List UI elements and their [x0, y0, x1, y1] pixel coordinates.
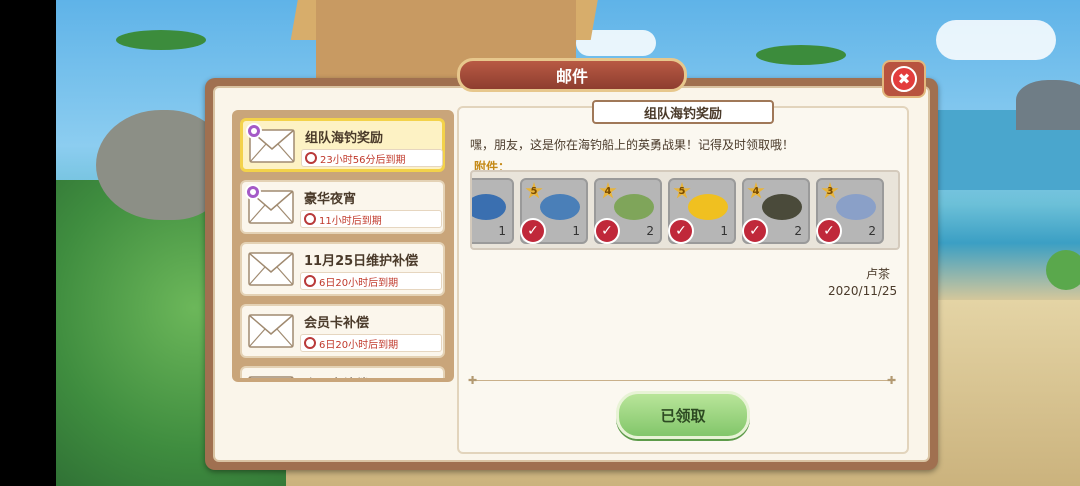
attachment-quantity: 2 [794, 224, 802, 238]
attachment-item-eel[interactable]: 4 ✓ 2 [742, 178, 810, 244]
attachment-item-green-fish[interactable]: 4 ✓ 2 [594, 178, 662, 244]
mail-item-expiry: 11小时后到期 [300, 210, 442, 228]
envelope-icon [248, 252, 294, 286]
rarity-star-icon: 4 [747, 182, 765, 199]
expiry-text: 11小时后到期 [319, 215, 382, 227]
claimed-check-icon: ✓ [668, 218, 694, 244]
mail-body-text: 嘿，朋友，这是你在海钓船上的英勇战果！记得及时领取哦！ [470, 138, 795, 152]
palm-tree [756, 45, 846, 65]
mail-list-item[interactable]: 11月25日维护补偿 6日20小时后到期 [240, 242, 445, 296]
rarity-star-icon: 3 [821, 182, 839, 199]
swordfish-icon [472, 194, 506, 220]
divider-ornament-icon: ✚ [887, 374, 897, 387]
attachment-item-shark[interactable]: 5 ✓ 1 [520, 178, 588, 244]
mail-window-title: 邮件 [457, 58, 687, 92]
mail-item-expiry: 6日20小时后到期 [300, 272, 442, 290]
eel-icon [762, 194, 802, 220]
mail-item-title: 11月25日维护补偿 [304, 254, 419, 269]
mail-item-title: 会员卡补偿 [304, 374, 369, 378]
claimed-check-icon: ✓ [742, 218, 768, 244]
expiry-text: 6日20小时后到期 [319, 339, 399, 351]
mail-detail-title: 组队海钓奖励 [592, 100, 774, 124]
mail-list[interactable]: 组队海钓奖励 23小时56分后到期豪华夜宵 11小时后到期 11月25日维护补偿 6日2… [232, 110, 454, 382]
expiry-text: 23小时56分后到期 [320, 154, 406, 166]
mail-item-title: 会员卡补偿 [304, 316, 370, 331]
new-badge-icon [245, 184, 261, 200]
claimed-button[interactable]: 已领取 [616, 391, 750, 439]
expiry-text: 6日20小时后到期 [319, 277, 399, 289]
rarity-star-icon: 5 [673, 182, 691, 199]
seahorse-eel-icon [836, 194, 876, 220]
clock-icon [304, 275, 316, 287]
clock-icon [304, 337, 316, 349]
envelope-icon [248, 314, 294, 348]
rarity-star-icon: 5 [525, 182, 543, 199]
plant [1046, 250, 1080, 290]
cloud [936, 20, 1056, 60]
shark-icon [540, 194, 580, 220]
mail-list-scroll[interactable]: 组队海钓奖励 23小时56分后到期豪华夜宵 11小时后到期 11月25日维护补偿 6日2… [236, 114, 450, 378]
attachment-item-swordfish[interactable]: ✓1 [470, 178, 514, 244]
mail-item-expiry: 6日20小时后到期 [300, 334, 442, 352]
attachment-item-yellow-fish[interactable]: 5 ✓ 1 [668, 178, 736, 244]
claimed-check-icon: ✓ [470, 218, 472, 244]
rarity-star-icon: 4 [599, 182, 617, 199]
mail-sender: 卢茶 [866, 267, 891, 281]
claimed-check-icon: ✓ [520, 218, 546, 244]
close-icon: ✖ [891, 66, 917, 92]
attachment-list[interactable]: ✓15✓14✓25✓14✓23✓2 [470, 170, 900, 250]
attachment-quantity: 1 [720, 224, 728, 238]
cliff [1016, 80, 1080, 130]
mail-list-item[interactable]: 会员卡补偿 6日20小时后到期 [240, 304, 445, 358]
mail-item-title: 组队海钓奖励 [305, 131, 384, 146]
divider-ornament-icon: ✚ [468, 374, 478, 387]
claimed-check-icon: ✓ [816, 218, 842, 244]
green-fish-icon [614, 194, 654, 220]
mail-list-item[interactable]: 会员卡补偿 [240, 366, 445, 378]
new-badge-icon [246, 123, 262, 139]
yellow-fish-icon [688, 194, 728, 220]
attachment-quantity: 1 [572, 224, 580, 238]
divider [474, 380, 892, 381]
attachment-quantity: 2 [646, 224, 654, 238]
claimed-check-icon: ✓ [594, 218, 620, 244]
mail-item-title: 豪华夜宵 [304, 192, 357, 207]
mail-list-item[interactable]: 组队海钓奖励 23小时56分后到期 [240, 118, 445, 172]
close-button[interactable]: ✖ [882, 60, 926, 98]
clock-icon [305, 152, 317, 164]
mail-item-expiry: 23小时56分后到期 [301, 149, 443, 167]
attachment-quantity: 2 [868, 224, 876, 238]
palm-tree [116, 30, 206, 50]
mail-date: 2020/11/25 [828, 284, 898, 298]
attachment-item-seahorse-eel[interactable]: 3 ✓ 2 [816, 178, 884, 244]
envelope-icon [248, 376, 294, 378]
mail-list-item[interactable]: 豪华夜宵 11小时后到期 [240, 180, 445, 234]
clock-icon [304, 213, 316, 225]
attachment-quantity: 1 [498, 224, 506, 238]
